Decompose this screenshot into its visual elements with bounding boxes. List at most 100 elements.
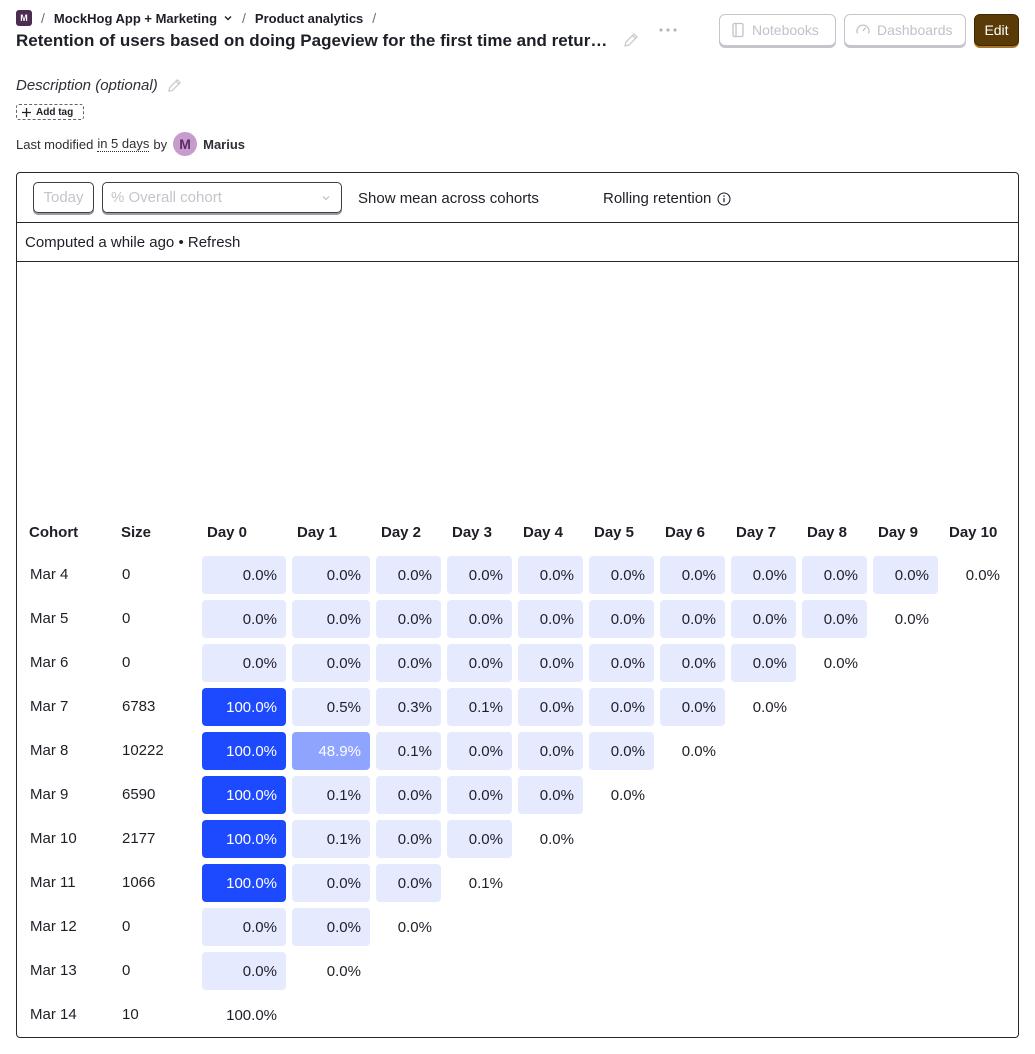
retention-cell[interactable]: 0.0% [873, 556, 938, 594]
retention-cell[interactable]: 0.0% [518, 644, 583, 682]
retention-cell[interactable]: 0.0% [944, 556, 1009, 594]
retention-cell[interactable]: 0.0% [518, 776, 583, 814]
retention-cell[interactable]: 0.0% [731, 600, 796, 638]
retention-cell[interactable]: 0.0% [802, 644, 867, 682]
retention-cell[interactable]: 0.1% [376, 732, 441, 770]
description-field[interactable]: Description (optional) [16, 77, 183, 94]
retention-cell[interactable]: 0.0% [376, 556, 441, 594]
retention-cell[interactable]: 0.0% [376, 864, 441, 902]
retention-cell[interactable]: 0.1% [447, 864, 512, 902]
retention-cell[interactable]: 0.0% [376, 908, 441, 946]
breadcrumb-project[interactable]: MockHog App + Marketing [54, 11, 217, 26]
retention-cell[interactable]: 0.0% [292, 600, 370, 638]
retention-cell[interactable]: 0.1% [447, 688, 512, 726]
project-icon: M [16, 10, 32, 26]
cohort-label: Mar 8 [30, 742, 69, 759]
dashboards-button[interactable]: Dashboards [844, 14, 966, 46]
column-header: Day 0 [207, 524, 248, 541]
retention-cell[interactable]: 0.0% [518, 820, 583, 858]
retention-cell[interactable]: 0.0% [589, 776, 654, 814]
retention-cell[interactable]: 0.0% [802, 600, 867, 638]
pencil-icon[interactable] [166, 77, 183, 94]
column-header: Day 4 [523, 524, 564, 541]
retention-cell[interactable]: 0.0% [589, 688, 654, 726]
retention-cell[interactable]: 0.0% [292, 864, 370, 902]
retention-cell[interactable]: 0.0% [292, 644, 370, 682]
cohort-size: 0 [122, 654, 131, 671]
retention-cell[interactable]: 100.0% [202, 864, 286, 902]
avatar[interactable]: M [173, 132, 198, 156]
retention-cell[interactable]: 0.1% [292, 776, 370, 814]
add-tag-button[interactable]: Add tag [16, 104, 84, 120]
retention-cell[interactable]: 0.0% [376, 644, 441, 682]
cohort-size: 0 [122, 962, 131, 979]
retention-cell[interactable]: 100.0% [202, 776, 286, 814]
cohort-size: 0 [122, 566, 131, 583]
retention-cell[interactable]: 0.0% [660, 688, 725, 726]
pencil-icon[interactable] [622, 31, 640, 49]
more-icon[interactable] [656, 20, 680, 40]
chevron-down-icon[interactable] [223, 13, 233, 23]
retention-cell[interactable]: 0.0% [518, 688, 583, 726]
retention-card: Today % Overall cohort Show mean across … [16, 172, 1019, 1038]
retention-cell[interactable]: 0.0% [376, 820, 441, 858]
retention-cell[interactable]: 0.0% [518, 556, 583, 594]
retention-cell[interactable]: 0.0% [873, 600, 938, 638]
column-header: Day 5 [594, 524, 635, 541]
retention-cell[interactable]: 0.0% [660, 556, 725, 594]
retention-cell[interactable]: 48.9% [292, 732, 370, 770]
retention-cell[interactable]: 0.0% [292, 908, 370, 946]
notebook-icon [732, 22, 744, 38]
retention-cell[interactable]: 0.0% [447, 820, 512, 858]
retention-cell[interactable]: 0.0% [518, 732, 583, 770]
user-name[interactable]: Marius [203, 137, 245, 152]
retention-cell[interactable]: 0.0% [589, 732, 654, 770]
retention-cell[interactable]: 0.0% [731, 644, 796, 682]
cohort-label: Mar 9 [30, 786, 69, 803]
column-header: Day 6 [665, 524, 706, 541]
retention-cell[interactable]: 0.0% [518, 600, 583, 638]
retention-cell[interactable]: 0.5% [292, 688, 370, 726]
edit-button[interactable]: Edit [974, 14, 1019, 46]
retention-cell[interactable]: 0.0% [660, 644, 725, 682]
retention-cell[interactable]: 0.0% [447, 600, 512, 638]
cohort-size: 10222 [122, 742, 164, 759]
retention-cell[interactable]: 100.0% [202, 996, 286, 1034]
page-title[interactable]: Retention of users based on doing Pagevi… [16, 31, 616, 51]
retention-cell[interactable]: 0.0% [376, 776, 441, 814]
retention-cell[interactable]: 100.0% [202, 732, 286, 770]
column-header: Day 9 [878, 524, 919, 541]
retention-cell[interactable]: 0.0% [292, 952, 370, 990]
retention-cell[interactable]: 100.0% [202, 820, 286, 858]
retention-cell[interactable]: 0.0% [202, 600, 286, 638]
retention-cell[interactable]: 0.0% [589, 600, 654, 638]
retention-cell[interactable]: 0.0% [376, 600, 441, 638]
retention-cell[interactable]: 0.0% [447, 556, 512, 594]
breadcrumb-separator: / [372, 10, 377, 26]
retention-cell[interactable]: 0.0% [202, 556, 286, 594]
retention-cell[interactable]: 100.0% [202, 688, 286, 726]
last-modified-time[interactable]: in 5 days [97, 136, 150, 152]
retention-cell[interactable]: 0.0% [660, 732, 725, 770]
retention-cell[interactable]: 0.1% [292, 820, 370, 858]
retention-cell[interactable]: 0.0% [731, 688, 796, 726]
retention-cell[interactable]: 0.0% [589, 556, 654, 594]
notebooks-button[interactable]: Notebooks [719, 14, 836, 46]
retention-cell[interactable]: 0.0% [447, 644, 512, 682]
last-modified-by: by [153, 136, 168, 152]
cohort-label: Mar 12 [30, 918, 77, 935]
retention-cell[interactable]: 0.0% [292, 556, 370, 594]
retention-cell[interactable]: 0.0% [447, 776, 512, 814]
retention-cell[interactable]: 0.0% [589, 644, 654, 682]
cohort-size: 2177 [122, 830, 156, 847]
retention-cell[interactable]: 0.0% [660, 600, 725, 638]
retention-cell[interactable]: 0.0% [202, 644, 286, 682]
breadcrumb-section[interactable]: Product analytics [255, 11, 363, 26]
retention-cell[interactable]: 0.0% [731, 556, 796, 594]
column-header: Cohort [29, 524, 79, 541]
retention-cell[interactable]: 0.0% [802, 556, 867, 594]
retention-cell[interactable]: 0.0% [202, 952, 286, 990]
retention-cell[interactable]: 0.3% [376, 688, 441, 726]
retention-cell[interactable]: 0.0% [447, 732, 512, 770]
retention-cell[interactable]: 0.0% [202, 908, 286, 946]
